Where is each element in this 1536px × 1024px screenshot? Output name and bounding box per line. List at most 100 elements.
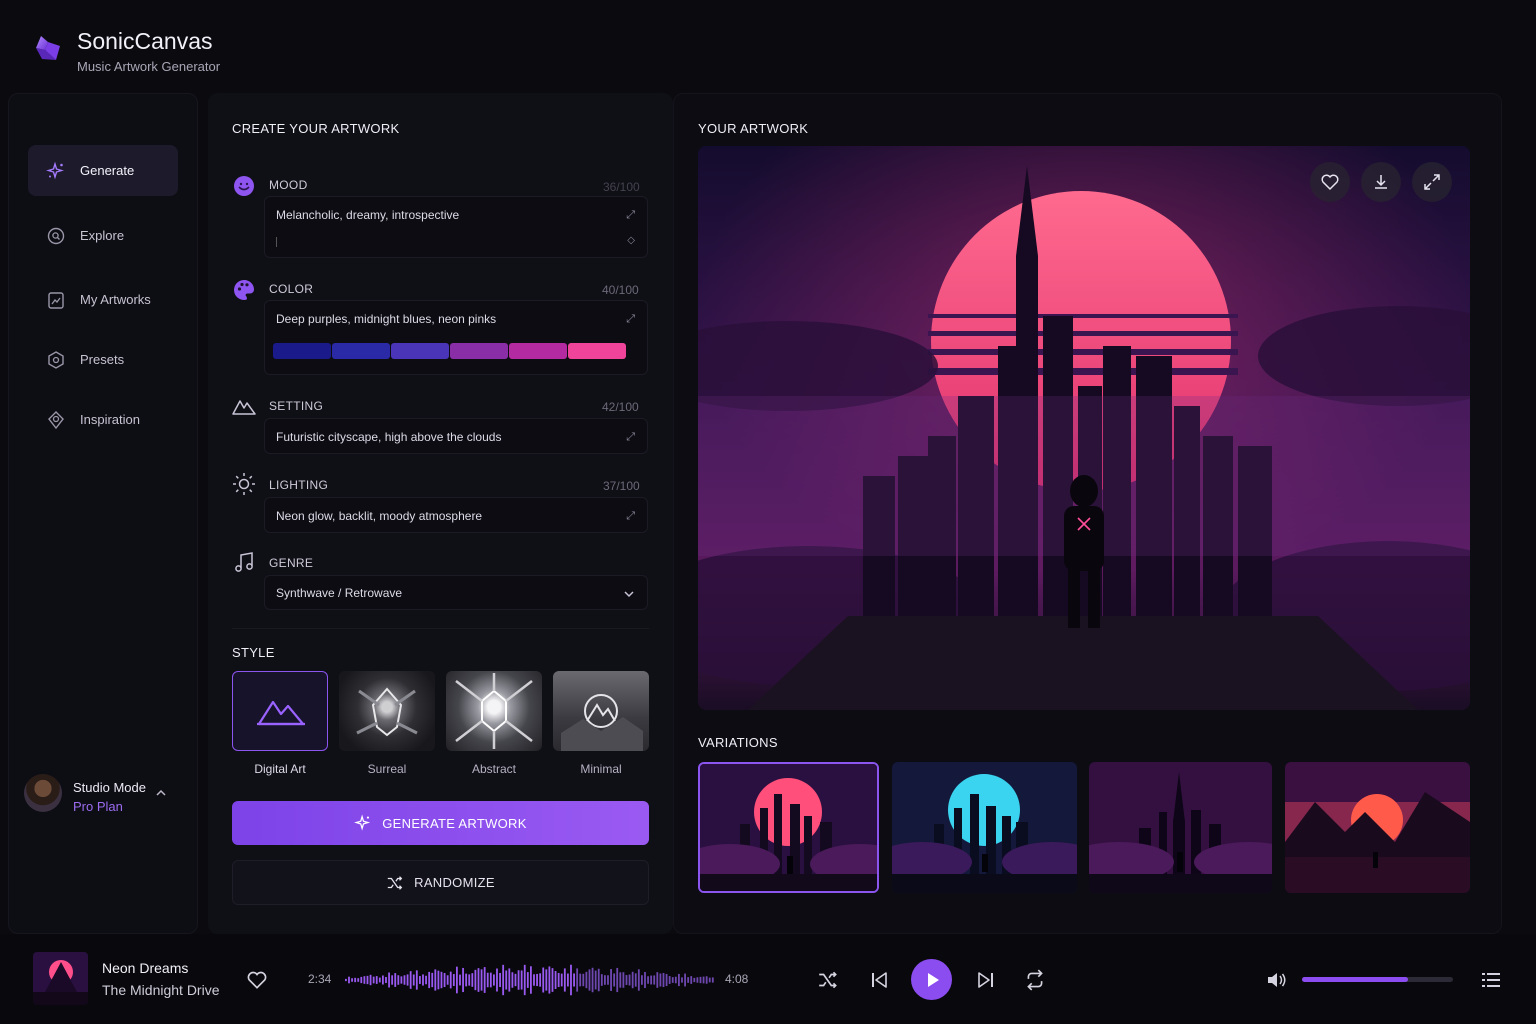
color-value: Deep purples, midnight blues, neon pinks xyxy=(276,312,497,326)
volume-button[interactable] xyxy=(1262,966,1290,994)
mood-input[interactable]: Melancholic, dreamy, introspective ⤢ ◇ xyxy=(264,196,648,258)
waveform-bar xyxy=(523,964,526,996)
waveform-bar xyxy=(576,968,579,992)
waveform-bar xyxy=(489,972,492,988)
repeat-icon xyxy=(1027,969,1043,991)
color-input[interactable]: Deep purples, midnight blues, neon pinks… xyxy=(264,300,648,375)
variation-thumbnail[interactable] xyxy=(892,762,1077,893)
like-track-button[interactable] xyxy=(244,967,270,993)
waveform-bar xyxy=(406,974,409,986)
waveform-bar xyxy=(610,969,612,991)
album-art-image xyxy=(33,952,88,1005)
lightbulb-icon xyxy=(46,410,66,430)
waveform-bar xyxy=(687,977,690,983)
sparkle-icon xyxy=(46,161,66,181)
waveform-bar xyxy=(641,975,643,985)
variations-title: VARIATIONS xyxy=(698,735,778,750)
waveform-scrubber[interactable] xyxy=(344,962,714,998)
artwork-folder-icon xyxy=(46,290,66,310)
waveform-bar xyxy=(711,977,714,983)
generate-label: GENERATE ARTWORK xyxy=(382,815,527,831)
waveform-bar xyxy=(354,977,357,983)
waveform-bar xyxy=(539,973,542,987)
repeat-button[interactable] xyxy=(1021,966,1049,994)
style-option-digital-art[interactable] xyxy=(232,671,328,751)
waveform-bar xyxy=(403,975,406,985)
queue-button[interactable] xyxy=(1477,966,1505,994)
volume-slider[interactable] xyxy=(1302,977,1453,982)
download-icon xyxy=(1375,175,1387,189)
next-button[interactable] xyxy=(972,966,1000,994)
waveform-bar xyxy=(397,975,400,985)
artwork-preview[interactable] xyxy=(698,146,1470,710)
genre-select[interactable]: Synthwave / Retrowave xyxy=(264,575,648,610)
shuffle-button[interactable] xyxy=(814,966,842,994)
sidebar-item-explore[interactable]: Explore xyxy=(28,210,178,261)
download-button[interactable] xyxy=(1361,162,1401,202)
waveform-bar xyxy=(382,975,384,985)
color-swatch[interactable] xyxy=(568,343,626,359)
color-swatch[interactable] xyxy=(391,343,449,359)
presets-icon xyxy=(46,350,66,370)
waveform-bar xyxy=(449,971,452,989)
color-swatch[interactable] xyxy=(273,343,331,359)
waveform-bar xyxy=(708,977,711,983)
waveform-bar xyxy=(474,969,477,991)
sidebar-item-label: Inspiration xyxy=(80,412,140,427)
waveform-bar xyxy=(351,978,353,982)
user-menu[interactable]: Studio Mode Pro Plan xyxy=(22,768,182,818)
waveform-bar xyxy=(604,975,606,985)
previous-button[interactable] xyxy=(865,966,893,994)
waveform-bar xyxy=(437,970,440,990)
variation-image xyxy=(700,764,877,891)
waveform-bar xyxy=(551,968,554,992)
randomize-button[interactable]: RANDOMIZE xyxy=(232,860,649,905)
waveform-bar xyxy=(705,976,708,984)
generate-artwork-button[interactable]: GENERATE ARTWORK xyxy=(232,801,649,845)
waveform-bar xyxy=(545,969,548,991)
expand-button[interactable] xyxy=(1412,162,1452,202)
color-swatch[interactable] xyxy=(332,343,390,359)
waveform-bar xyxy=(505,970,508,990)
waveform-bar xyxy=(662,972,665,988)
app-title: SonicCanvas xyxy=(77,28,213,54)
mood-label: MOOD xyxy=(269,178,308,192)
waveform-bar xyxy=(567,973,569,987)
color-swatch[interactable] xyxy=(509,343,567,359)
waveform-bar xyxy=(394,973,397,987)
sidebar-item-presets[interactable]: Presets xyxy=(28,334,178,385)
waveform-bar xyxy=(594,970,597,990)
waveform-bar xyxy=(653,975,656,985)
setting-input[interactable]: Futuristic cityscape, high above the clo… xyxy=(264,418,648,454)
variation-thumbnail[interactable] xyxy=(1089,762,1272,893)
shuffle-icon xyxy=(819,971,837,989)
lighting-input[interactable]: Neon glow, backlit, moody atmosphere ⤢ xyxy=(264,497,648,533)
waveform-bar xyxy=(647,976,649,984)
variation-thumbnail[interactable] xyxy=(1285,762,1470,893)
create-title: CREATE YOUR ARTWORK xyxy=(232,121,400,136)
waveform-bar xyxy=(582,973,585,987)
waveform-bar xyxy=(388,972,390,988)
waveform-bar xyxy=(699,976,702,984)
waveform-bar xyxy=(542,967,545,993)
waveform-bar xyxy=(625,975,628,985)
waveform-bar xyxy=(419,976,421,984)
color-swatch[interactable] xyxy=(450,343,508,359)
variation-thumbnail[interactable] xyxy=(698,762,879,893)
sidebar-item-generate[interactable]: Generate xyxy=(28,145,178,196)
waveform-bar xyxy=(493,974,495,986)
album-art[interactable] xyxy=(33,952,88,1005)
play-button[interactable] xyxy=(911,959,952,1000)
style-option-abstract[interactable] xyxy=(446,671,542,751)
favorite-button[interactable] xyxy=(1310,162,1350,202)
style-option-surreal[interactable] xyxy=(339,671,435,751)
waveform-bar xyxy=(631,971,634,989)
sidebar-item-inspiration[interactable]: Inspiration xyxy=(28,394,178,445)
waveform-bar xyxy=(372,976,375,984)
sidebar-item-my-artworks[interactable]: My Artworks xyxy=(28,274,178,325)
waveform-bar xyxy=(588,969,591,991)
waveform-bar xyxy=(693,977,696,983)
expand-field-icon: ⤢ xyxy=(626,510,635,522)
waveform-bar xyxy=(674,976,677,984)
style-option-minimal[interactable] xyxy=(553,671,649,751)
